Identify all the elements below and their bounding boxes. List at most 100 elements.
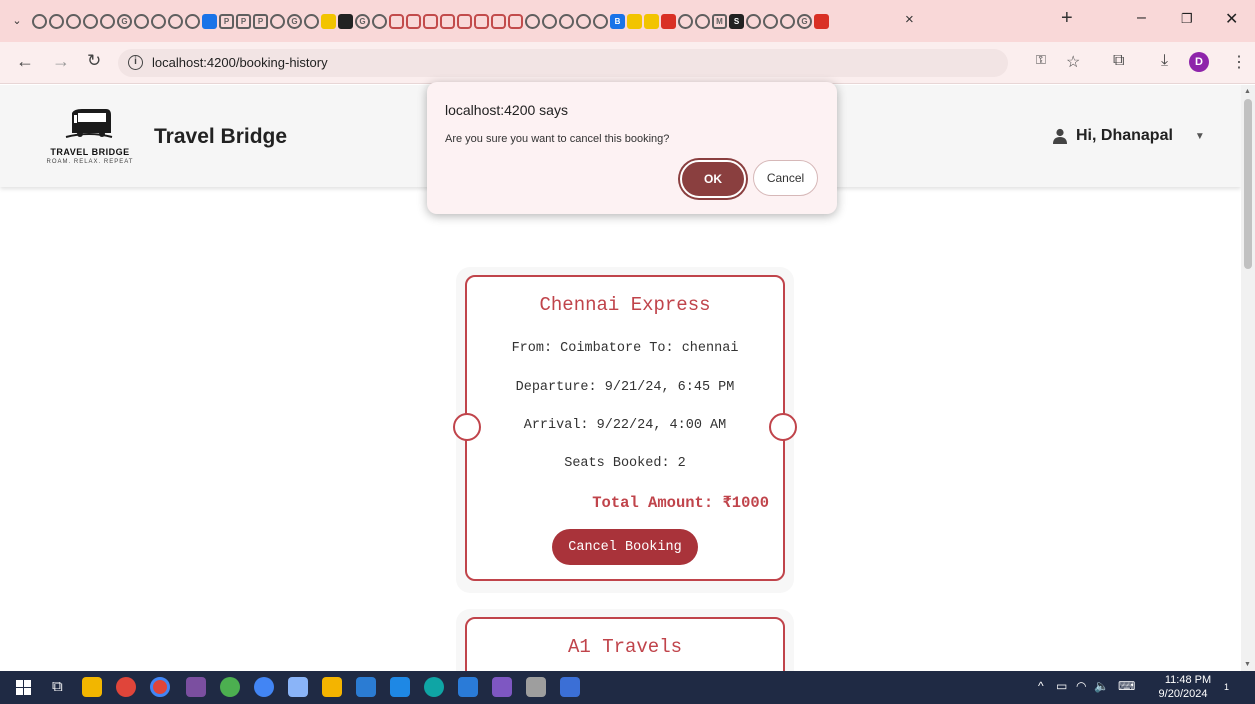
user-menu[interactable]: Hi, Dhanapal ▼ xyxy=(1052,127,1205,145)
travel-bridge-logo[interactable]: TRAVEL BRIDGE ROAM. RELAX. REPEAT xyxy=(40,107,140,173)
back-arrow-icon[interactable]: ← xyxy=(16,51,34,72)
photos-icon[interactable] xyxy=(390,677,410,697)
tab-search-chevron-icon[interactable]: ⌄ xyxy=(8,12,26,30)
tab-favicon-icon[interactable]: P xyxy=(236,13,251,29)
edge-icon[interactable] xyxy=(424,677,444,697)
volume-icon[interactable]: 🔈 xyxy=(1094,679,1109,693)
tab-favicon-icon[interactable] xyxy=(457,13,472,29)
tab-favicon-icon[interactable] xyxy=(423,13,438,29)
brand-title[interactable]: Travel Bridge xyxy=(154,125,287,149)
tab-close-icon[interactable]: × xyxy=(905,11,914,28)
tab-favicon-icon[interactable] xyxy=(593,13,608,29)
tab-favicon-icon[interactable]: M xyxy=(712,13,727,29)
close-window-icon[interactable]: ✕ xyxy=(1225,9,1238,29)
extensions-icon[interactable]: ⧉ xyxy=(1113,52,1124,70)
tab-favicon-icon[interactable]: G xyxy=(287,13,302,29)
vscode-icon[interactable] xyxy=(458,677,478,697)
tab-favicon-icon[interactable] xyxy=(66,13,81,29)
tab-favicon-icon[interactable] xyxy=(644,13,659,29)
chrome-icon[interactable] xyxy=(116,677,136,697)
scroll-down-arrow-icon[interactable]: ▼ xyxy=(1244,661,1251,668)
scroll-up-arrow-icon[interactable]: ▲ xyxy=(1244,88,1251,95)
document-icon[interactable] xyxy=(356,677,376,697)
tab-favicon-icon[interactable]: B xyxy=(610,13,625,29)
tab-favicon-icon[interactable]: G xyxy=(117,13,132,29)
keyboard-icon[interactable]: ⌨ xyxy=(1118,679,1135,693)
tab-favicon-icon[interactable] xyxy=(185,13,200,29)
address-bar[interactable]: i localhost:4200/booking-history xyxy=(118,49,1008,77)
task-view-icon[interactable]: ⧉ xyxy=(52,678,63,695)
browser-menu-icon[interactable]: ⋮ xyxy=(1231,52,1247,72)
tab-favicon-icon[interactable] xyxy=(678,13,693,29)
tab-favicon-icon[interactable] xyxy=(304,13,319,29)
tab-favicon-icon[interactable] xyxy=(780,13,795,29)
dialog-cancel-button[interactable]: Cancel xyxy=(753,160,818,196)
tab-favicon-icon[interactable] xyxy=(491,13,506,29)
tab-favicon-icon[interactable]: P xyxy=(253,13,268,29)
tab-favicon-icon[interactable] xyxy=(525,13,540,29)
tab-favicon-icon[interactable] xyxy=(542,13,557,29)
minimize-icon[interactable]: – xyxy=(1137,9,1146,27)
tab-favicon-icon[interactable] xyxy=(202,13,217,29)
tab-favicon-icon[interactable] xyxy=(814,13,829,29)
reload-icon[interactable]: ↻ xyxy=(87,51,101,71)
tab-favicon-icon[interactable] xyxy=(321,13,336,29)
tab-favicon-icon[interactable]: S xyxy=(729,13,744,29)
cancel-booking-button[interactable]: Cancel Booking xyxy=(552,529,698,565)
battery-icon[interactable]: ▭ xyxy=(1056,679,1067,693)
tab-favicon-icon[interactable] xyxy=(372,13,387,29)
notepad-icon[interactable] xyxy=(288,677,308,697)
notification-icon[interactable]: 1 xyxy=(1224,679,1229,693)
tab-favicon-icon[interactable] xyxy=(559,13,574,29)
store-icon[interactable] xyxy=(560,677,580,697)
tab-favicon-icon[interactable] xyxy=(576,13,591,29)
tab-favicon-icon[interactable] xyxy=(389,13,404,29)
calculator-icon[interactable] xyxy=(526,677,546,697)
bookmark-star-icon[interactable]: ☆ xyxy=(1066,52,1080,72)
tab-favicon-icon[interactable]: G xyxy=(797,13,812,29)
tab-favicon-icon[interactable] xyxy=(83,13,98,29)
tab-favicon-icon[interactable] xyxy=(270,13,285,29)
new-tab-button[interactable]: + xyxy=(1061,7,1073,30)
profile-avatar[interactable]: D xyxy=(1189,52,1209,72)
address-url[interactable]: localhost:4200/booking-history xyxy=(152,55,328,70)
tab-favicon-icon[interactable] xyxy=(746,13,761,29)
terminal-icon[interactable] xyxy=(186,677,206,697)
visual-studio-icon[interactable] xyxy=(492,677,512,697)
forward-arrow-icon[interactable]: → xyxy=(52,51,70,72)
tab-favicon-icon[interactable] xyxy=(508,13,523,29)
chrome-icon[interactable] xyxy=(254,677,274,697)
chrome-profile-icon[interactable] xyxy=(150,677,170,697)
tray-chevron-icon[interactable]: ^ xyxy=(1038,679,1044,693)
tab-favicon-icon[interactable] xyxy=(440,13,455,29)
tab-favicon-icon[interactable] xyxy=(474,13,489,29)
tab-favicon-icon[interactable] xyxy=(627,13,642,29)
scroll-thumb[interactable] xyxy=(1244,99,1252,269)
file-explorer-icon[interactable] xyxy=(82,677,102,697)
site-info-icon[interactable]: i xyxy=(128,55,143,70)
caret-down-icon[interactable]: ▼ xyxy=(1195,131,1205,142)
paint-icon[interactable] xyxy=(322,677,342,697)
tab-favicon-icon[interactable] xyxy=(661,13,676,29)
tab-favicon-icon[interactable] xyxy=(134,13,149,29)
tab-favicon-icon[interactable] xyxy=(49,13,64,29)
chrome-icon[interactable] xyxy=(220,677,240,697)
restore-icon[interactable]: ❐ xyxy=(1181,11,1193,27)
tab-favicon-icon[interactable] xyxy=(763,13,778,29)
clock-time[interactable]: 11:48 PM xyxy=(1158,674,1218,686)
wifi-icon[interactable]: ◠ xyxy=(1076,679,1086,693)
tab-favicon-icon[interactable] xyxy=(695,13,710,29)
tab-favicon-icon[interactable] xyxy=(406,13,421,29)
tab-favicon-icon[interactable] xyxy=(168,13,183,29)
tab-favicon-icon[interactable] xyxy=(151,13,166,29)
tab-favicon-icon[interactable] xyxy=(32,13,47,29)
windows-start-icon[interactable] xyxy=(16,680,31,695)
ok-button[interactable]: OK xyxy=(680,160,746,198)
tab-favicon-icon[interactable]: G xyxy=(355,13,370,29)
clock-date[interactable]: 9/20/2024 xyxy=(1150,688,1216,700)
tab-favicon-icon[interactable] xyxy=(100,13,115,29)
download-icon[interactable]: ⤓ xyxy=(1161,52,1168,70)
page-scrollbar[interactable]: ▲ ▼ xyxy=(1241,85,1255,671)
key-icon[interactable]: ⚿ xyxy=(1036,52,1046,68)
tab-favicon-icon[interactable] xyxy=(338,13,353,29)
